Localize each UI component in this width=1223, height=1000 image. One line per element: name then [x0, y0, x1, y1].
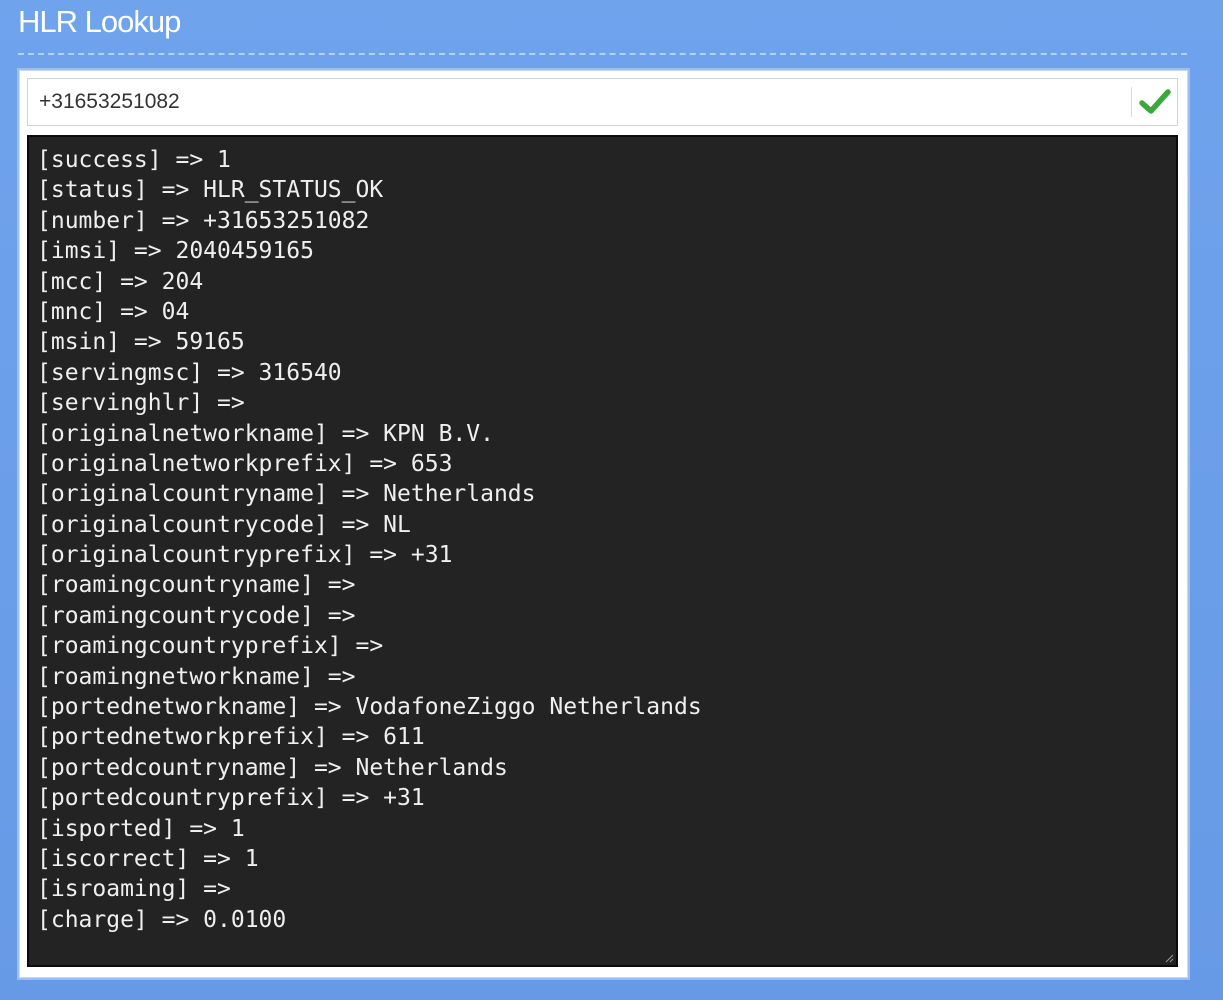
result-line: [isported] => 1	[37, 815, 245, 842]
phone-number-input[interactable]	[28, 79, 1128, 125]
result-line: [imsi] => 2040459165	[37, 238, 314, 265]
result-line: [status] => HLR_STATUS_OK	[37, 177, 384, 204]
result-line: [number] => +31653251082	[37, 207, 370, 234]
result-line: [servinghlr] =>	[37, 390, 245, 417]
result-line: [portednetworkprefix] => 611	[37, 724, 425, 751]
title-divider	[18, 53, 1187, 55]
submit-lookup-button[interactable]	[1136, 82, 1174, 122]
result-line: [portedcountryname] => Netherlands	[37, 754, 508, 781]
result-textarea[interactable]: [success] => 1 [status] => HLR_STATUS_OK […	[27, 135, 1178, 967]
result-line: [portedcountryprefix] => +31	[37, 785, 425, 812]
result-line: [originalnetworkname] => KPN B.V.	[37, 420, 494, 447]
result-line: [success] => 1	[37, 147, 231, 173]
result-line: [roamingcountryprefix] =>	[37, 633, 384, 660]
phone-input-group	[27, 78, 1178, 126]
result-line: [servingmsc] => 316540	[37, 359, 342, 386]
result-line: [portednetworkname] => VodafoneZiggo Net…	[37, 694, 702, 721]
resize-handle-icon[interactable]	[1164, 953, 1174, 963]
result-line: [isroaming] =>	[37, 876, 231, 903]
result-line: [roamingnetworkname] =>	[37, 663, 356, 690]
result-line: [originalcountryprefix] => +31	[37, 542, 453, 569]
input-divider	[1131, 87, 1132, 117]
result-line: [roamingcountrycode] =>	[37, 602, 356, 629]
result-line: [originalnetworkprefix] => 653	[37, 450, 453, 477]
result-line: [iscorrect] => 1	[37, 845, 259, 872]
result-line: [originalcountrycode] => NL	[37, 511, 411, 538]
result-line: [mcc] => 204	[37, 268, 204, 295]
result-line: [mnc] => 04	[37, 298, 190, 325]
result-line: [roamingcountryname] =>	[37, 572, 356, 599]
checkmark-icon	[1139, 89, 1171, 114]
result-line: [charge] => 0.0100	[37, 906, 287, 933]
result-line: [originalcountryname] => Netherlands	[37, 481, 536, 508]
page-title: HLR Lookup	[18, 4, 181, 39]
lookup-panel: [success] => 1 [status] => HLR_STATUS_OK […	[19, 70, 1188, 978]
result-line: [msin] => 59165	[37, 329, 245, 356]
